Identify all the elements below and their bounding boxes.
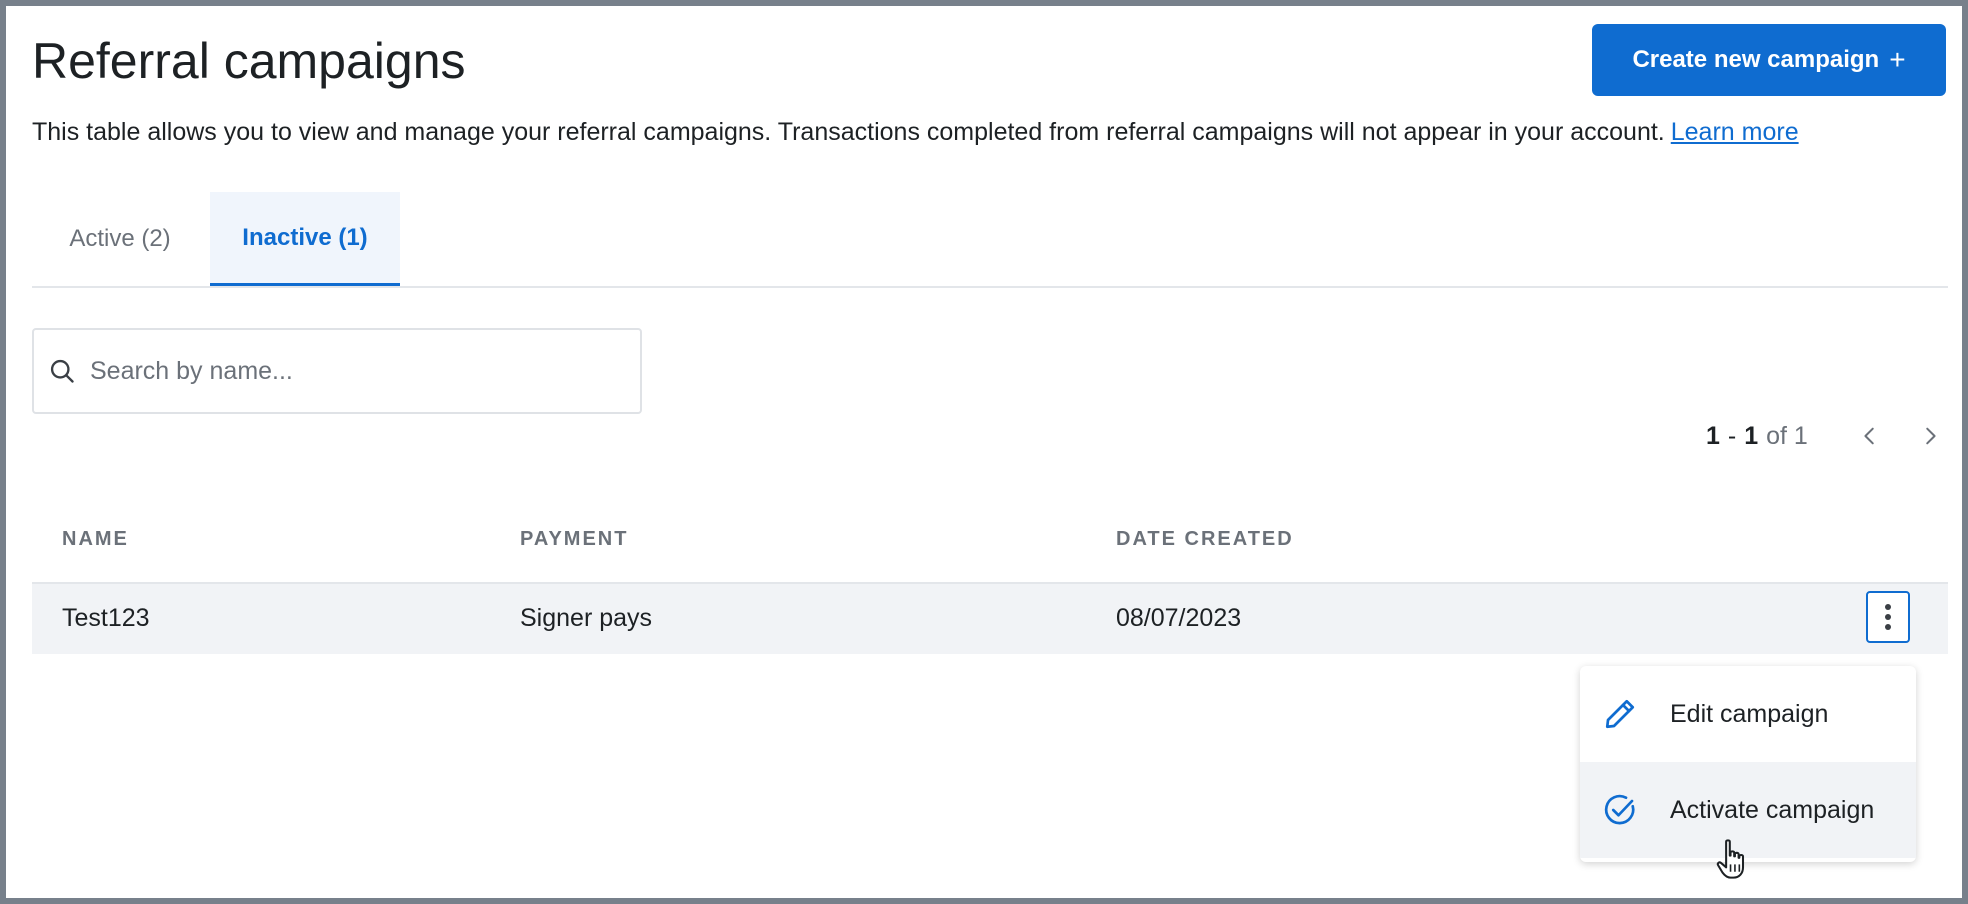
page-title: Referral campaigns bbox=[32, 33, 466, 89]
next-page-button[interactable] bbox=[1912, 418, 1948, 454]
chevron-left-icon bbox=[1864, 427, 1874, 445]
pagination-total: of 1 bbox=[1766, 421, 1808, 450]
hand-cursor-icon bbox=[1716, 839, 1745, 879]
table-row[interactable]: Test123 Signer pays 08/07/2023 bbox=[32, 582, 1948, 654]
kebab-menu-icon-dot bbox=[1885, 624, 1891, 630]
menu-item-label: Activate campaign bbox=[1670, 795, 1875, 824]
search-input[interactable] bbox=[88, 355, 612, 387]
column-header-name[interactable]: NAME bbox=[62, 528, 129, 551]
status-tabs: Active (2) Inactive (1) bbox=[32, 192, 1948, 288]
row-actions-menu: Edit campaign Activate campaign bbox=[1580, 666, 1916, 862]
tab-inactive[interactable]: Inactive (1) bbox=[210, 192, 400, 286]
column-header-payment[interactable]: PAYMENT bbox=[520, 528, 628, 551]
tab-active[interactable]: Active (2) bbox=[32, 192, 208, 286]
cell-date-created: 08/07/2023 bbox=[1116, 604, 1242, 632]
column-header-date-created[interactable]: DATE CREATED bbox=[1116, 528, 1294, 551]
search-box bbox=[32, 328, 642, 414]
cell-name: Test123 bbox=[62, 604, 150, 632]
cell-payment: Signer pays bbox=[520, 604, 653, 632]
create-campaign-button-label: Create new campaign bbox=[1632, 46, 1880, 73]
prev-page-button[interactable] bbox=[1852, 418, 1888, 454]
pagination: 1 - 1 of 1 bbox=[1706, 414, 1946, 458]
kebab-menu-icon bbox=[1885, 604, 1891, 610]
row-actions-button[interactable] bbox=[1866, 591, 1910, 643]
pagination-separator: - bbox=[1727, 421, 1737, 450]
pencil-icon bbox=[1605, 699, 1635, 729]
learn-more-link[interactable]: Learn more bbox=[1671, 118, 1799, 146]
chevron-right-icon bbox=[1926, 427, 1936, 445]
menu-item-edit-campaign[interactable]: Edit campaign bbox=[1580, 666, 1916, 762]
pagination-end: 1 bbox=[1744, 421, 1759, 450]
description-text: This table allows you to view and manage… bbox=[32, 118, 1665, 146]
create-campaign-button[interactable]: Create new campaign + bbox=[1592, 24, 1946, 96]
search-icon bbox=[50, 359, 74, 383]
page-description: This table allows you to view and manage… bbox=[32, 116, 1799, 148]
menu-item-label: Edit campaign bbox=[1670, 699, 1829, 728]
page: Referral campaigns Create new campaign +… bbox=[6, 6, 1962, 898]
check-circle-icon bbox=[1604, 794, 1635, 825]
plus-icon: + bbox=[1889, 44, 1906, 75]
kebab-menu-icon-dot bbox=[1885, 614, 1891, 620]
pagination-start: 1 bbox=[1706, 421, 1720, 450]
